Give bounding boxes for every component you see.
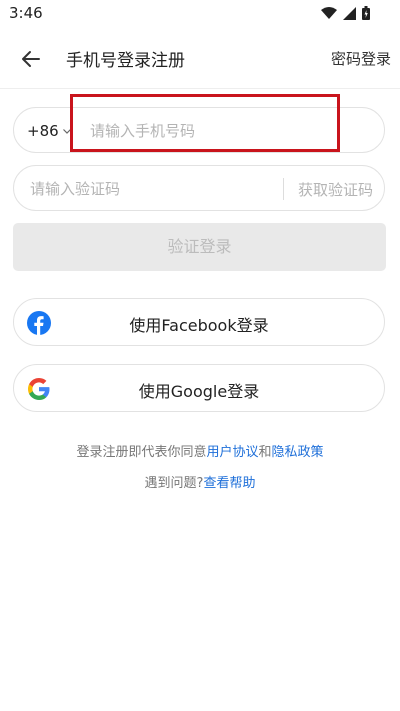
user-agreement-link[interactable]: 用户协议: [206, 445, 258, 460]
password-login-link[interactable]: 密码登录: [331, 48, 391, 69]
status-bar: 3:46: [0, 0, 400, 28]
header: 手机号登录注册 密码登录: [0, 28, 400, 89]
facebook-login-label: 使用Facebook登录: [129, 316, 269, 335]
phone-number-input[interactable]: [88, 116, 352, 146]
google-login-button[interactable]: 使用Google登录: [13, 364, 385, 412]
privacy-policy-link[interactable]: 隐私政策: [272, 445, 324, 460]
country-code: +86: [27, 122, 59, 140]
back-arrow-icon[interactable]: [18, 46, 44, 72]
country-code-selector[interactable]: +86: [27, 122, 72, 140]
verification-code-input[interactable]: [28, 174, 272, 204]
code-input-row: 获取验证码: [13, 165, 385, 211]
status-icons: [321, 6, 370, 20]
get-code-button[interactable]: 获取验证码: [298, 179, 373, 200]
agreement-prefix: 登录注册即代表你同意: [76, 445, 207, 460]
status-time: 3:46: [9, 4, 43, 22]
help-text: 遇到问题?查看帮助: [0, 472, 400, 491]
page-title: 手机号登录注册: [66, 51, 185, 71]
phone-input-row: +86: [13, 107, 385, 153]
divider: [283, 178, 284, 200]
verify-login-button[interactable]: 验证登录: [13, 223, 386, 271]
help-prefix: 遇到问题?: [144, 476, 204, 491]
battery-icon: [362, 6, 370, 20]
agreement-and: 和: [258, 445, 272, 460]
chevron-down-icon: [62, 129, 71, 134]
view-help-link[interactable]: 查看帮助: [203, 476, 255, 491]
agreement-text: 登录注册即代表你同意用户协议和隐私政策: [0, 441, 400, 460]
wifi-icon: [321, 6, 337, 19]
facebook-login-button[interactable]: 使用Facebook登录: [13, 298, 385, 346]
google-login-label: 使用Google登录: [138, 382, 260, 401]
signal-icon: [343, 6, 356, 20]
